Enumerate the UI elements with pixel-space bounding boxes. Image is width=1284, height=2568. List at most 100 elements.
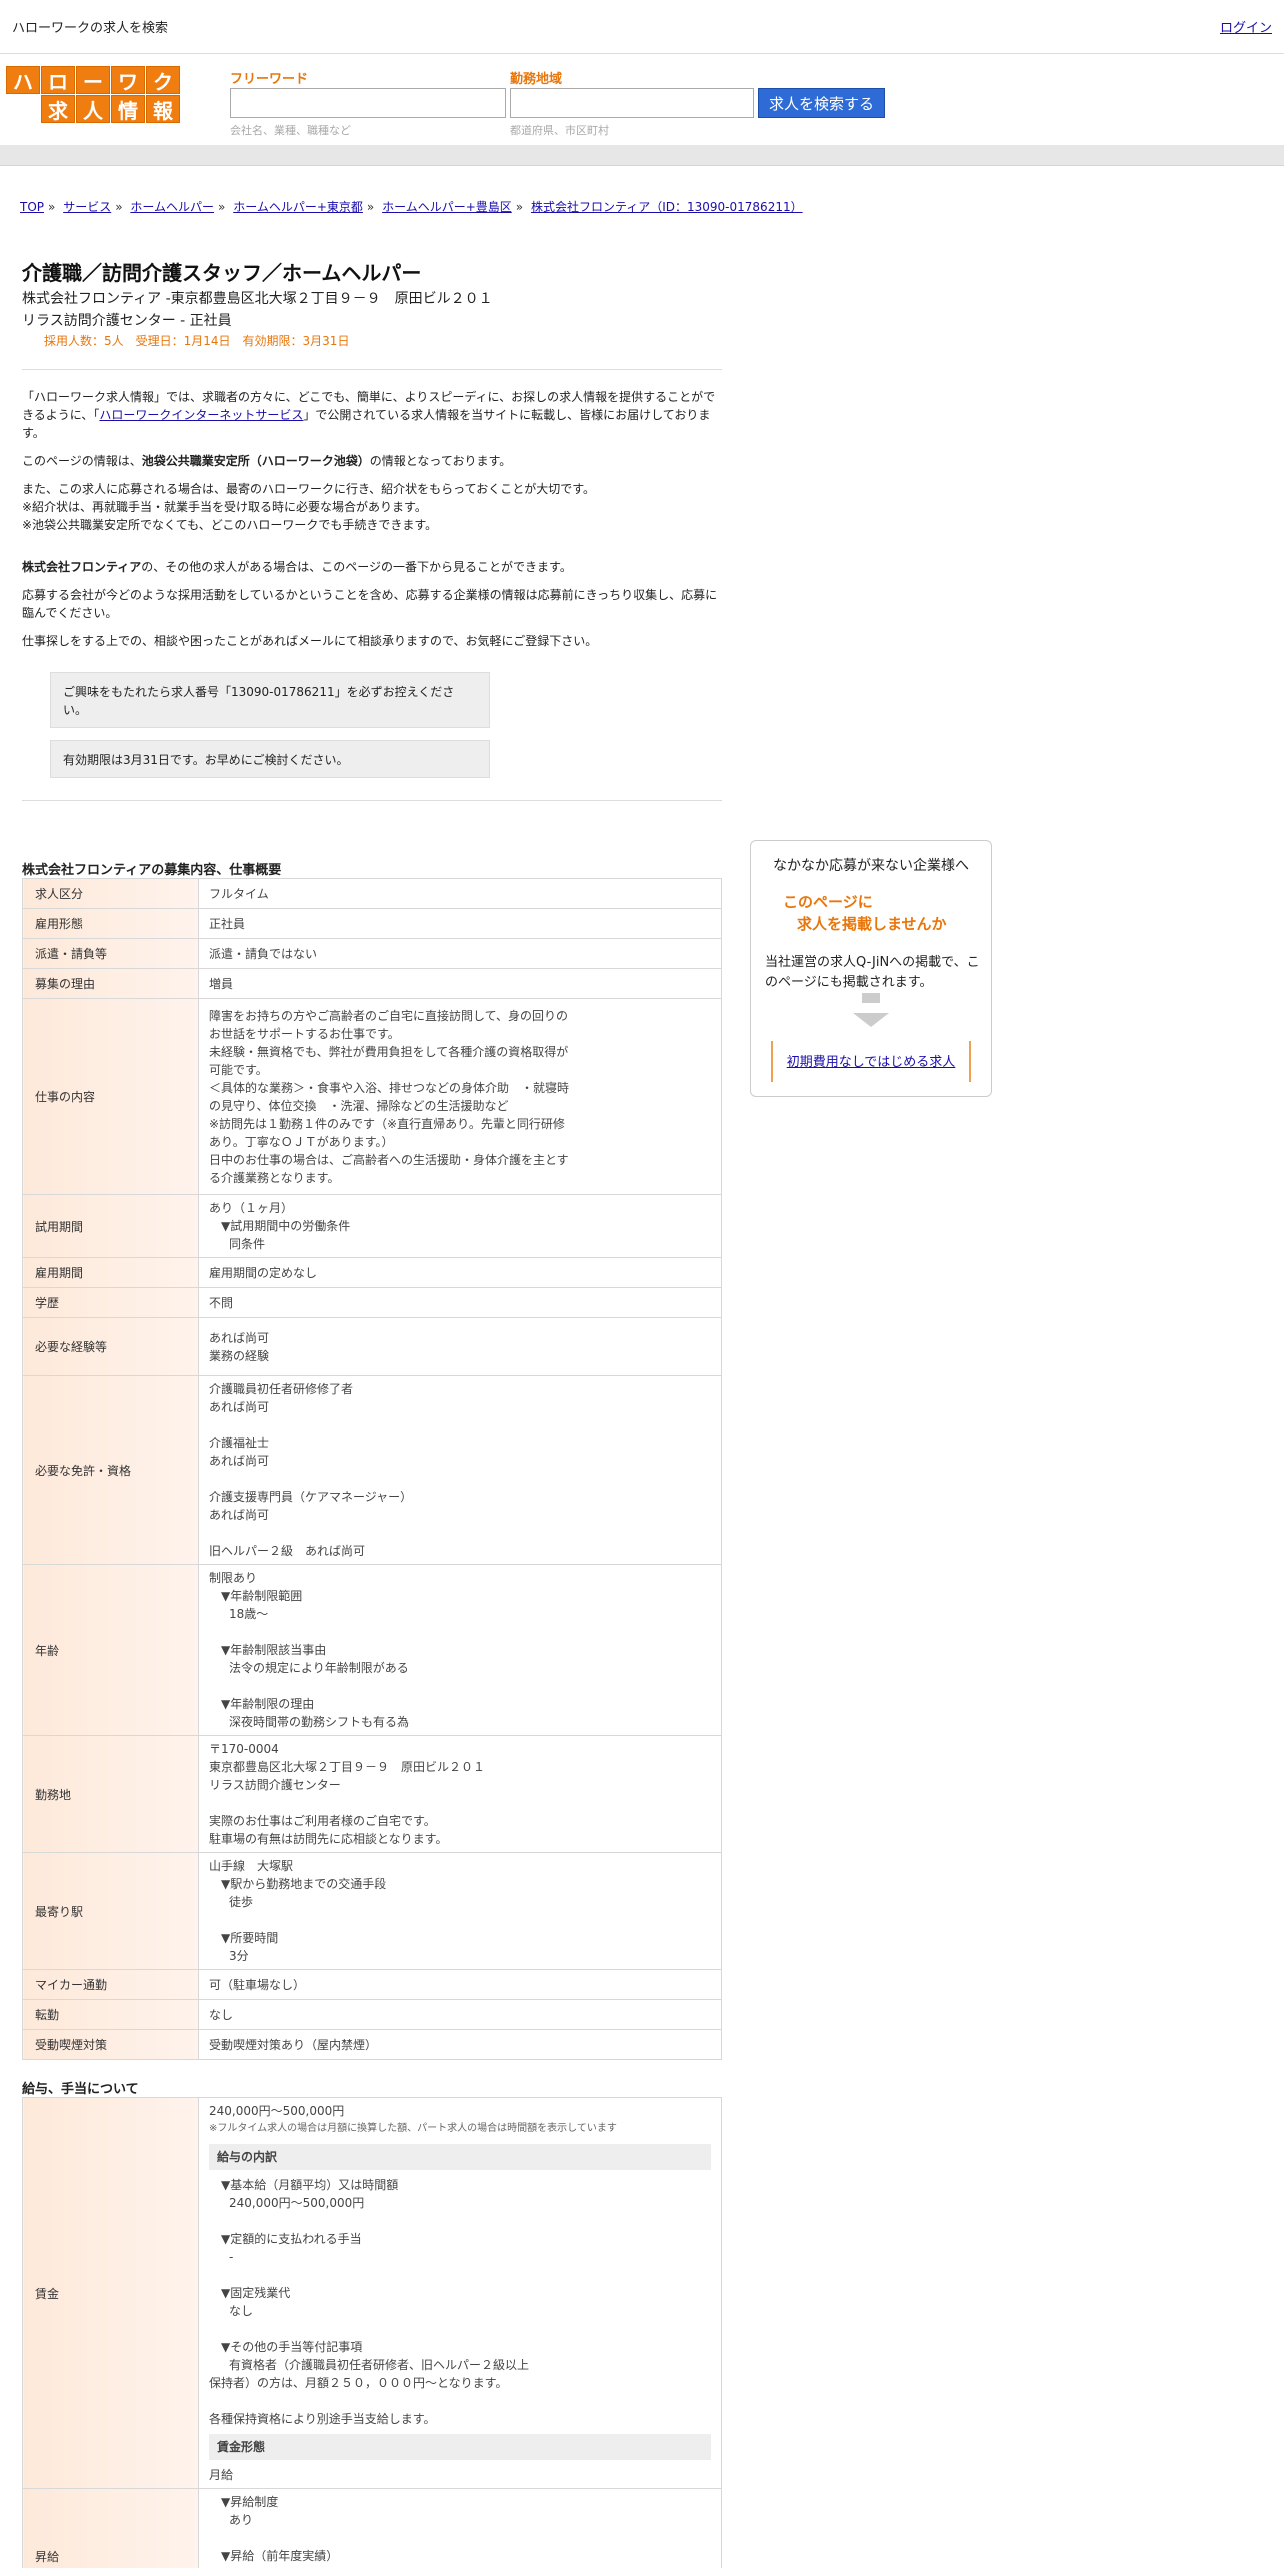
breadcrumb-homehelper[interactable]: ホームヘルパー xyxy=(130,200,214,214)
row-value: 雇用期間の定めなし xyxy=(198,1257,722,1288)
row-label: マイカー通勤 xyxy=(22,1969,199,2000)
row-label-wage: 賃金 xyxy=(22,2097,199,2489)
value-line: 駐車場の有無は訪問先に応相談となります。 xyxy=(209,1832,448,1846)
breadcrumb-homehelper-tokyo[interactable]: ホームヘルパー+東京都 xyxy=(233,200,363,214)
value-line: 東京都豊島区北大塚２丁目９－９ 原田ビル２０１ xyxy=(209,1760,486,1774)
table-row: マイカー通勤 可（駐車場なし） xyxy=(22,1969,722,2000)
row-label: 試用期間 xyxy=(22,1194,199,1258)
row-value: あり（１ヶ月） ▼試用期間中の労働条件同条件 xyxy=(198,1194,722,1258)
table-row: 賃金 240,000円〜500,000円 ※フルタイム求人の場合は月額に換算した… xyxy=(22,2097,722,2489)
sidebar-heading: なかなか応募が来ない企業様へ xyxy=(773,858,969,874)
table-row: 求人区分 フルタイム xyxy=(22,878,722,909)
value-line: ▼昇給（前年度実績） xyxy=(221,2549,339,2563)
value-line xyxy=(209,2392,711,2410)
office-line: リラス訪問介護センター - 正社員 xyxy=(22,313,232,329)
value-line: 受動喫煙対策あり（屋内禁煙） xyxy=(209,2037,378,2052)
value-line: 法令の規定により年齢制限がある xyxy=(229,1661,409,1675)
search-jobs-button[interactable]: 求人を検索する xyxy=(758,88,886,118)
value-line: あれば尚可 xyxy=(209,1454,270,1468)
breadcrumb-top[interactable]: TOP xyxy=(20,200,44,214)
value-line: 深夜時間帯の勤務シフトも有る為 xyxy=(229,1715,410,1729)
hellowork-internet-link[interactable]: ハローワークインターネットサービス xyxy=(99,408,303,422)
table-row: 昇給 ▼昇給制度あり▼昇給（前年度実績）あり▼昇給金額／昇給率 xyxy=(22,2488,722,2568)
row-value: 正社員 xyxy=(198,908,722,939)
value-line: 障害をお持ちの方やご高齢者のご自宅に直接訪問して、身の回りの xyxy=(209,1008,569,1023)
main-content: 介護職／訪問介護スタッフ／ホームヘルパー 株式会社フロンティア -東京都豊島区北… xyxy=(22,257,722,2568)
advertiser-sidebar: なかなか応募が来ない企業様へ このページに 求人を掲載しませんか 当社運営の求人… xyxy=(750,840,992,1097)
keyword-hint: 会社名、業種、職種など xyxy=(230,124,351,137)
value-line: 可（駐車場なし） xyxy=(209,1977,306,1992)
value-line: ▼試用期間中の労働条件 xyxy=(221,1219,351,1233)
job-title: 介護職／訪問介護スタッフ／ホームヘルパー xyxy=(22,261,422,285)
recruitment-table: 求人区分 フルタイム 雇用形態 正社員 派遣・請負等 派遣・請負ではない 募集の理由 増員 仕事… xyxy=(22,878,722,2060)
breadcrumb-company[interactable]: 株式会社フロンティア（ID：13090-01786211） xyxy=(531,200,803,214)
section-title-salary: 給与、手当について xyxy=(22,2082,139,2097)
down-arrow-icon xyxy=(862,993,880,1003)
intro-paragraph-6: 仕事探しをする上での、相談や困ったことがあればメールにて相談承りますので、お気軽… xyxy=(22,634,598,648)
row-label: 年齢 xyxy=(22,1564,199,1736)
value-line: 有資格者（介護職員初任者研修者、旧ヘルパー２級以上 xyxy=(229,2358,530,2372)
wage-range: 240,000円〜500,000円 xyxy=(209,2104,345,2118)
row-label: 募集の理由 xyxy=(22,968,199,999)
row-value: 受動喫煙対策あり（屋内禁煙） xyxy=(198,2029,722,2060)
row-value: 増員 xyxy=(198,968,722,999)
value-line xyxy=(209,1524,711,1542)
value-line: 〒170-0004 xyxy=(209,1742,279,1756)
logo-tile: ワ xyxy=(111,66,145,94)
logo-tile: ー xyxy=(76,66,110,94)
row-value: あれば尚可 業務の経験 xyxy=(198,1317,722,1376)
intro-paragraph-3: また、この求人に応募される場合は、最寄のハローワークに行き、紹介状をもらっておく… xyxy=(22,482,596,532)
value-line: ▼年齢制限範囲 xyxy=(221,1589,303,1603)
value-line: 制限あり xyxy=(209,1571,258,1585)
value-line: 同条件 xyxy=(229,1237,266,1251)
row-label-raise: 昇給 xyxy=(22,2488,199,2568)
value-line: あり。丁寧なＯＪＴがあります。） xyxy=(209,1134,394,1149)
breadcrumb-homehelper-toshima[interactable]: ホームヘルパー+豊島区 xyxy=(382,200,512,214)
row-value: 〒170-0004 東京都豊島区北大塚２丁目９－９ 原田ビル２０１ リラス訪問介護セ… xyxy=(198,1735,722,1853)
value-line: あれば尚可 xyxy=(209,1508,270,1522)
value-line: 徒歩 xyxy=(229,1895,254,1909)
intro-paragraph-1: 「ハローワーク求人情報」では、求職者の方々に、どこでも、簡単に、よりスピーディに… xyxy=(22,390,716,440)
breadcrumb-service[interactable]: サービス xyxy=(63,200,111,214)
keyword-input[interactable] xyxy=(230,88,506,118)
value-line: 日中のお仕事の場合は、ご高齢者への生活援助・身体介護を主とす xyxy=(209,1152,569,1167)
row-label: 雇用期間 xyxy=(22,1257,199,1288)
value-line: の見守り、体位交換 ・洗濯、掃除などの生活援助など xyxy=(209,1098,509,1113)
table-row: 最寄り駅 山手線 大塚駅 ▼駅から勤務地までの交通手段 徒歩 ▼所要時間 3分 xyxy=(22,1852,722,1970)
value-line: ▼所要時間 xyxy=(221,1931,279,1945)
table-row: 仕事の内容 障害をお持ちの方やご高齢者のご自宅に直接訪問して、身の回りの お世話をサ… xyxy=(22,998,722,1195)
intro-paragraph-4: 株式会社フロンティアの、その他の求人がある場合は、このページの一番下から見ること… xyxy=(22,560,572,574)
wage-form: 月給 xyxy=(209,2468,234,2482)
value-line: フルタイム xyxy=(209,886,269,901)
value-line: あり（１ヶ月） xyxy=(209,1201,294,1215)
table-row: 必要な経験等 あれば尚可 業務の経験 xyxy=(22,1317,722,1376)
site-title: ハローワークの求人を検索 xyxy=(12,21,169,36)
job-meta: 採用人数：5人 受理日：1月14日 有効期限：3月31日 xyxy=(44,334,350,348)
intro-text: 「ハローワーク求人情報」では、求職者の方々に、どこでも、簡単に、よりスピーディに… xyxy=(22,388,722,650)
value-line: 240,000円〜500,000円 xyxy=(229,2196,365,2210)
salary-table: 賃金 240,000円〜500,000円 ※フルタイム求人の場合は月額に換算した… xyxy=(22,2097,722,2568)
login-link[interactable]: ログイン xyxy=(1220,17,1272,36)
row-value: フルタイム xyxy=(198,878,722,909)
header-divider xyxy=(0,146,1284,166)
down-arrow-icon xyxy=(853,1013,889,1027)
value-line xyxy=(209,2529,711,2547)
value-line: 各種保持資格により別途手当支給します。 xyxy=(209,2412,436,2426)
row-value: 可（駐車場なし） xyxy=(198,1969,722,2000)
table-row: 年齢 制限あり ▼年齢制限範囲 18歳〜 ▼年齢制限該当事由 法令の規定により年齢制限があ… xyxy=(22,1564,722,1736)
wage-form-heading: 賃金形態 xyxy=(209,2434,711,2460)
start-posting-link[interactable]: 初期費用なしではじめる求人 xyxy=(771,1041,971,1082)
value-line: ▼昇給制度 xyxy=(221,2495,279,2509)
hellowork-logo[interactable]: ハ ロ ー ワ ク 求 人 情 報 xyxy=(6,66,182,123)
value-line: ▼その他の手当等付記事項 xyxy=(221,2340,363,2354)
wage-breakdown-heading: 給与の内訳 xyxy=(209,2144,711,2170)
logo-tile: 求 xyxy=(41,95,75,123)
logo-tile: 報 xyxy=(146,95,180,123)
area-input[interactable] xyxy=(510,88,754,118)
value-line: 未経験・無資格でも、弊社が費用負担をして各種介護の資格取得が xyxy=(209,1044,569,1059)
value-line: あれば尚可 xyxy=(209,1330,270,1345)
value-line: 増員 xyxy=(209,976,234,991)
row-value-wage: 240,000円〜500,000円 ※フルタイム求人の場合は月額に換算した額、パ… xyxy=(198,2097,722,2489)
row-value: 障害をお持ちの方やご高齢者のご自宅に直接訪問して、身の回りの お世話をサポートする… xyxy=(198,998,722,1195)
table-row: 転勤 なし xyxy=(22,1999,722,2030)
